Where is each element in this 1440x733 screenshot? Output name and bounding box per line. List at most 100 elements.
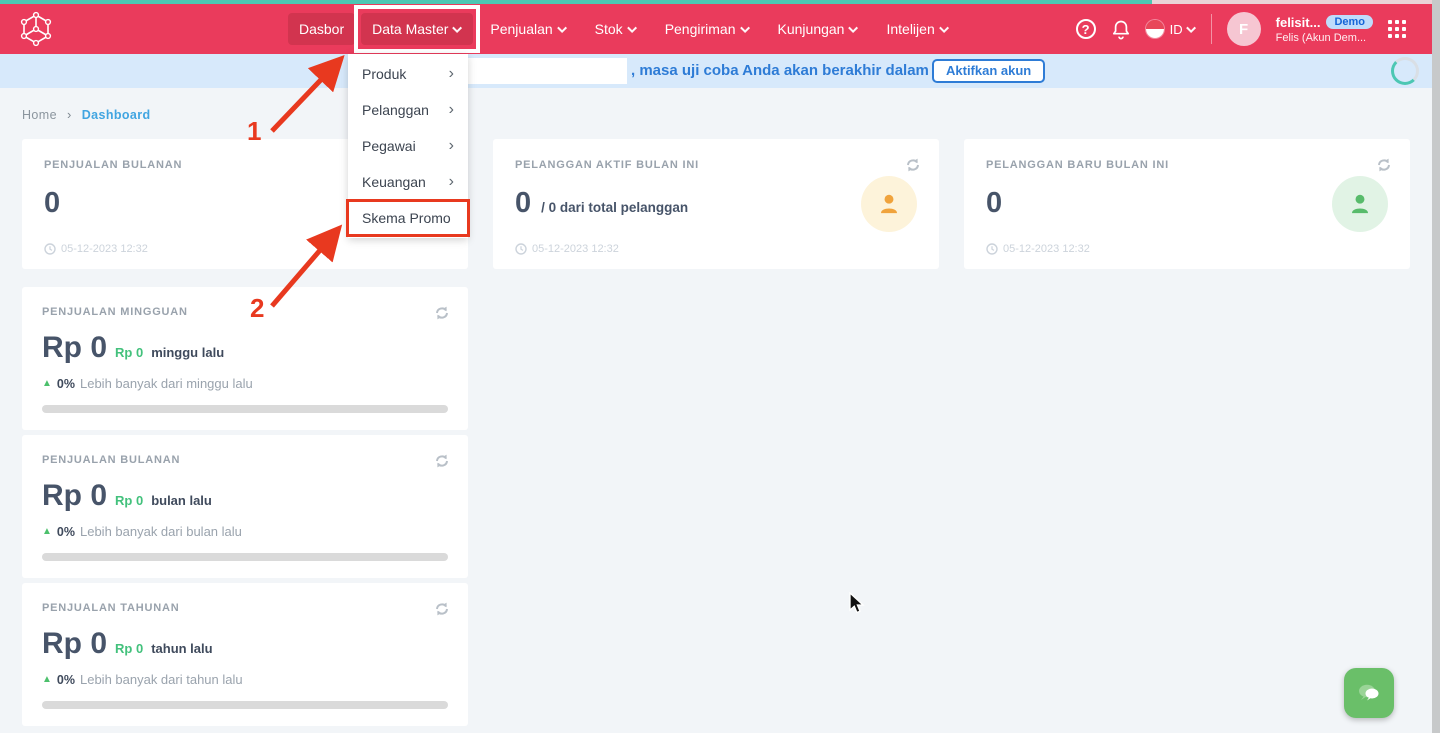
card-title: PENJUALAN MINGGUAN — [42, 306, 448, 318]
navbar-divider — [1211, 14, 1212, 44]
main-menu: Dasbor Data Master Penjualan Stok Pengir… — [288, 13, 960, 45]
card-timestamp: 05-12-2023 12:32 — [986, 243, 1090, 255]
card-title: PENJUALAN BULANAN — [42, 454, 448, 466]
menu-item-intelijen[interactable]: Intelijen — [875, 13, 959, 45]
card-timestamp: 05-12-2023 12:32 — [515, 243, 619, 255]
menu-label: Stok — [595, 21, 623, 37]
trial-banner: , masa uji coba Anda akan berakhir dalam… — [0, 54, 1440, 88]
language-code: ID — [1170, 22, 1183, 37]
trend-up-icon: ▲ — [42, 674, 52, 685]
dropdown-label: Pelanggan — [362, 102, 429, 118]
user-avatar[interactable]: F — [1227, 12, 1261, 46]
menu-label: Penjualan — [490, 21, 552, 37]
language-selector[interactable]: ID — [1146, 20, 1196, 38]
brand-logo[interactable] — [0, 11, 72, 47]
top-navbar: Dasbor Data Master Penjualan Stok Pengir… — [0, 4, 1440, 54]
card-value: 0 — [986, 187, 1002, 220]
refresh-icon[interactable] — [434, 601, 450, 622]
navbar-right-cluster: ? ID F felisit... Demo Felis (Akun Dem.. — [1076, 12, 1440, 46]
breadcrumb: Home › Dashboard — [22, 107, 151, 122]
menu-item-pengiriman[interactable]: Pengiriman — [654, 13, 761, 45]
refresh-icon[interactable] — [434, 453, 450, 474]
help-icon[interactable]: ? — [1076, 19, 1096, 39]
card-title: PELANGGAN BARU BULAN INI — [986, 159, 1388, 171]
timestamp-text: 05-12-2023 12:32 — [61, 243, 148, 255]
submenu-arrow-icon: › — [449, 66, 454, 82]
demo-badge: Demo — [1326, 15, 1373, 29]
activate-account-button[interactable]: Aktifkan akun — [932, 59, 1045, 83]
timestamp-text: 05-12-2023 12:32 — [532, 243, 619, 255]
sales-compare-label: minggu lalu — [151, 345, 224, 360]
trend-up-icon: ▲ — [42, 526, 52, 537]
sales-progress-bar — [42, 701, 448, 709]
card-value: 0 — [44, 187, 60, 220]
chevron-down-icon — [849, 23, 859, 33]
vertical-scrollbar[interactable] — [1432, 0, 1440, 733]
dropdown-label: Skema Promo — [362, 210, 451, 226]
breadcrumb-current[interactable]: Dashboard — [82, 108, 151, 122]
sales-progress-bar — [42, 553, 448, 561]
refresh-icon[interactable] — [1376, 157, 1392, 178]
sales-compare-value: Rp 0 — [115, 345, 143, 360]
menu-item-dasbor[interactable]: Dasbor — [288, 13, 355, 45]
card-penjualan-bulanan: PENJUALAN BULANAN Rp 0 Rp 0 bulan lalu ▲… — [22, 435, 468, 578]
menu-item-data-master[interactable]: Data Master — [361, 13, 473, 45]
dropdown-item-produk[interactable]: Produk › — [348, 56, 468, 92]
refresh-icon[interactable] — [905, 157, 921, 178]
trend-row: ▲ 0% Lebih banyak dari bulan lalu — [42, 524, 448, 539]
hexagon-cube-logo-icon — [18, 11, 54, 47]
sales-progress-bar — [42, 405, 448, 413]
mouse-cursor — [846, 592, 866, 616]
menu-item-kunjungan[interactable]: Kunjungan — [767, 13, 870, 45]
menu-item-penjualan[interactable]: Penjualan — [479, 13, 577, 45]
dropdown-item-skema-promo[interactable]: Skema Promo — [348, 200, 468, 236]
menu-label: Dasbor — [299, 21, 344, 37]
card-value: 0 — [515, 187, 531, 220]
chevron-down-icon — [1186, 23, 1196, 33]
trend-percent: 0% — [57, 525, 75, 539]
card-value-suffix: / 0 dari total pelanggan — [541, 200, 688, 215]
user-info[interactable]: felisit... Demo Felis (Akun Dem... — [1276, 15, 1373, 44]
menu-label: Pengiriman — [665, 21, 736, 37]
refresh-icon[interactable] — [434, 305, 450, 326]
chevron-down-icon — [939, 23, 949, 33]
clock-icon — [986, 243, 998, 255]
trend-up-icon: ▲ — [42, 378, 52, 389]
card-penjualan-tahunan: PENJUALAN TAHUNAN Rp 0 Rp 0 tahun lalu ▲… — [22, 583, 468, 726]
submenu-arrow-icon: › — [449, 102, 454, 118]
chat-bubbles-icon — [1356, 681, 1382, 705]
sales-compare-value: Rp 0 — [115, 641, 143, 656]
person-icon — [1347, 191, 1373, 217]
trend-row: ▲ 0% Lebih banyak dari tahun lalu — [42, 672, 448, 687]
breadcrumb-home[interactable]: Home — [22, 108, 57, 122]
notifications-bell-icon[interactable] — [1111, 19, 1131, 40]
card-pelanggan-baru: PELANGGAN BARU BULAN INI 0 — [964, 139, 1410, 269]
trend-percent: 0% — [57, 377, 75, 391]
card-pelanggan-aktif: PELANGGAN AKTIF BULAN INI 0 / 0 dari tot… — [493, 139, 939, 269]
card-penjualan-mingguan: PENJUALAN MINGGUAN Rp 0 Rp 0 minggu lalu… — [22, 287, 468, 430]
sales-value: Rp 0 — [42, 331, 107, 365]
user-subtitle: Felis (Akun Dem... — [1276, 32, 1373, 44]
sales-compare-label: tahun lalu — [151, 641, 212, 656]
clock-icon — [44, 243, 56, 255]
dropdown-item-pelanggan[interactable]: Pelanggan › — [348, 92, 468, 128]
card-timestamp: 05-12-2023 12:32 — [44, 243, 148, 255]
trend-row: ▲ 0% Lebih banyak dari minggu lalu — [42, 376, 448, 391]
dropdown-item-keuangan[interactable]: Keuangan › — [348, 164, 468, 200]
dropdown-label: Produk — [362, 66, 406, 82]
card-title: PELANGGAN AKTIF BULAN INI — [515, 159, 917, 171]
submenu-arrow-icon: › — [449, 174, 454, 190]
menu-item-stok[interactable]: Stok — [584, 13, 648, 45]
dropdown-item-pegawai[interactable]: Pegawai › — [348, 128, 468, 164]
customer-icon-bubble — [1332, 176, 1388, 232]
sales-compare-value: Rp 0 — [115, 493, 143, 508]
menu-label: Data Master — [372, 21, 448, 37]
redacted-name-box — [455, 58, 627, 84]
sales-value: Rp 0 — [42, 627, 107, 661]
chat-support-button[interactable] — [1344, 668, 1394, 718]
trend-text: Lebih banyak dari minggu lalu — [80, 376, 253, 391]
chevron-down-icon — [557, 23, 567, 33]
apps-grid-icon[interactable] — [1388, 20, 1406, 38]
stat-cards-row: PENJUALAN BULANAN 0 05-12-2023 12:32 PEL… — [22, 139, 1410, 269]
sales-compare-label: bulan lalu — [151, 493, 212, 508]
